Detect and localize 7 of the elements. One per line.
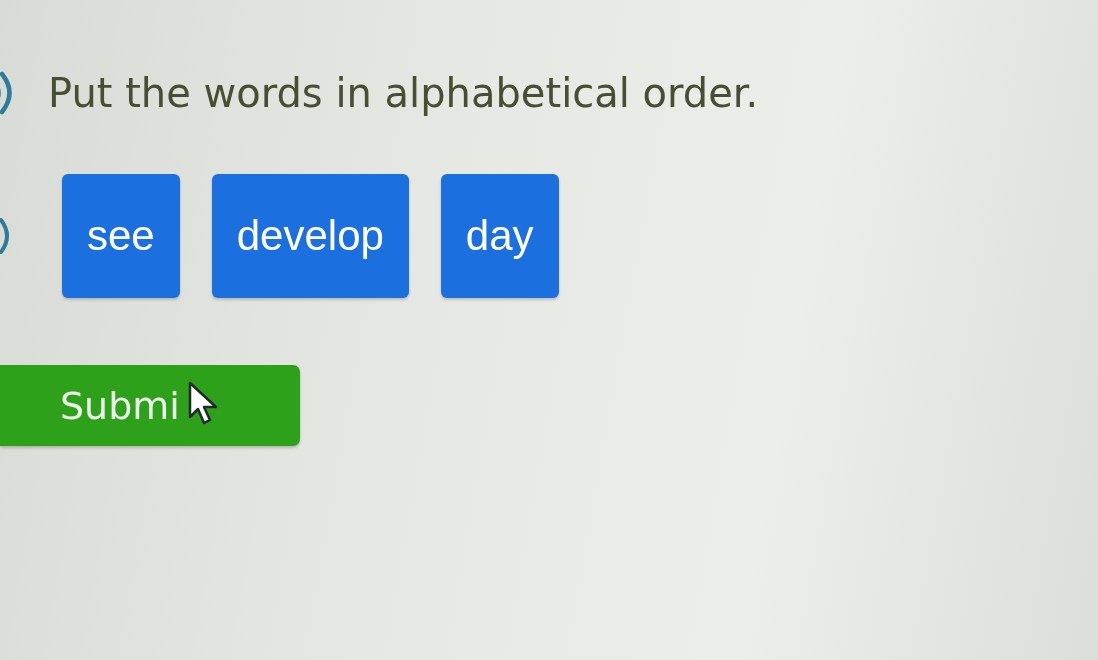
instruction-text: Put the words in alphabetical order. xyxy=(48,69,759,118)
word-tile[interactable]: develop xyxy=(211,174,409,298)
mouse-pointer-icon xyxy=(188,381,218,425)
word-tile[interactable]: day xyxy=(440,174,559,298)
submit-button[interactable]: Submi xyxy=(0,365,300,446)
sound-wave-icon[interactable] xyxy=(0,216,12,256)
word-tile[interactable]: see xyxy=(62,174,180,298)
